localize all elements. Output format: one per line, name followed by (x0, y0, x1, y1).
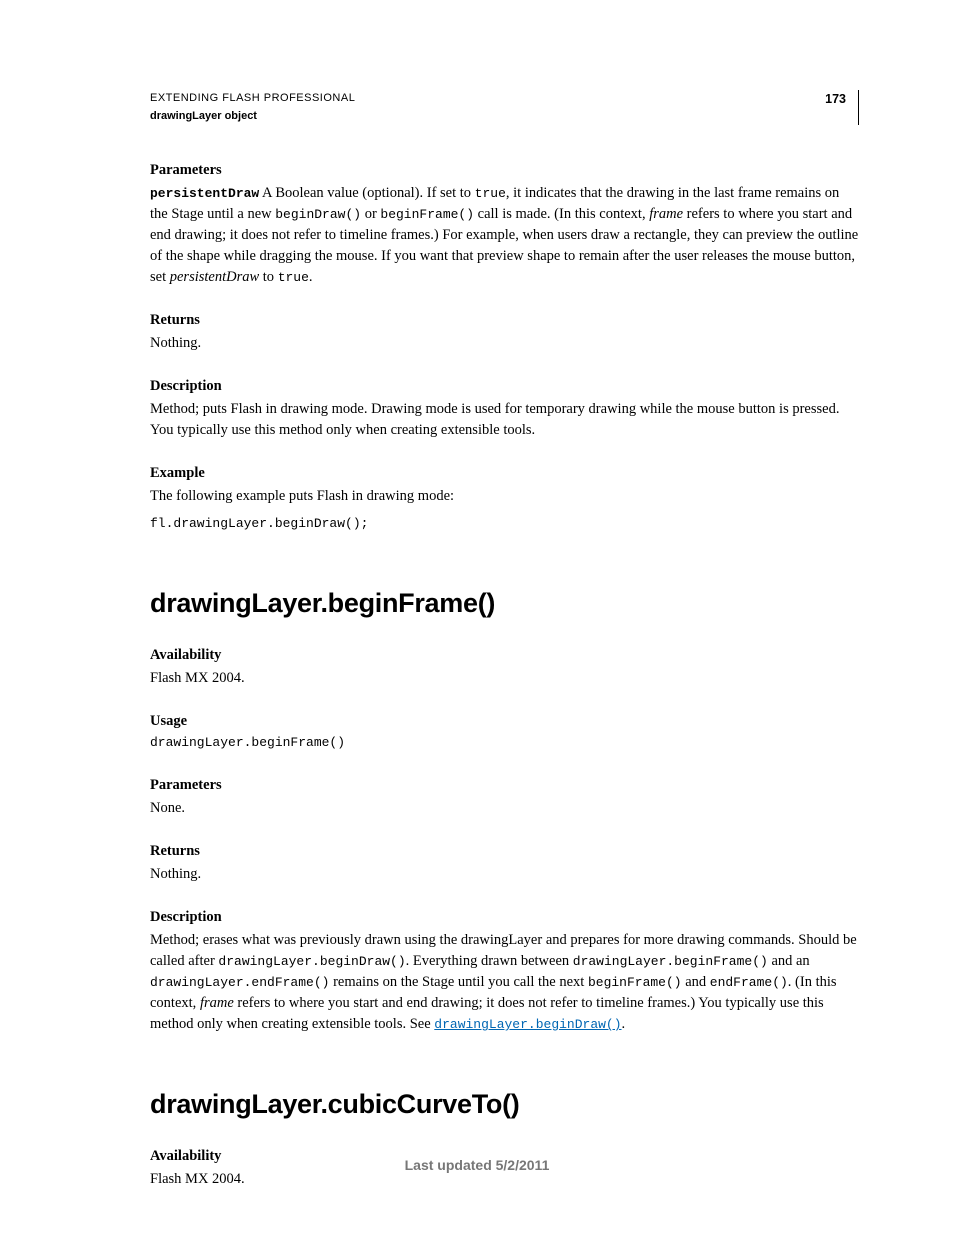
param-name: persistentDraw (150, 186, 259, 201)
example-code: fl.drawingLayer.beginDraw(); (150, 515, 859, 534)
usage-code: drawingLayer.beginFrame() (150, 734, 859, 753)
page-content: Parameters persistentDraw A Boolean valu… (150, 160, 859, 1190)
header-subtitle: drawingLayer object (150, 108, 355, 126)
returns-heading: Returns (150, 310, 859, 331)
description-text: Method; puts Flash in drawing mode. Draw… (150, 399, 859, 441)
returns-heading-2: Returns (150, 841, 859, 862)
usage-heading: Usage (150, 711, 859, 732)
page-header: EXTENDING FLASH PROFESSIONAL drawingLaye… (150, 90, 859, 125)
returns-text: Nothing. (150, 333, 859, 354)
page-number: 173 (825, 90, 846, 108)
footer-text: Last updated 5/2/2011 (0, 1155, 954, 1175)
header-title: EXTENDING FLASH PROFESSIONAL (150, 90, 355, 108)
description-heading: Description (150, 376, 859, 397)
availability-heading: Availability (150, 645, 859, 666)
returns-text-2: Nothing. (150, 864, 859, 885)
method-heading-beginframe: drawingLayer.beginFrame() (150, 584, 859, 623)
method-heading-cubiccurveto: drawingLayer.cubicCurveTo() (150, 1085, 859, 1124)
parameters-text-2: None. (150, 798, 859, 819)
description-text-2: Method; erases what was previously drawn… (150, 930, 859, 1035)
parameters-heading-2: Parameters (150, 775, 859, 796)
description-heading-2: Description (150, 907, 859, 928)
availability-text: Flash MX 2004. (150, 668, 859, 689)
example-heading: Example (150, 463, 859, 484)
example-text: The following example puts Flash in draw… (150, 486, 859, 507)
parameters-heading: Parameters (150, 160, 859, 181)
link-begindraw[interactable]: drawingLayer.beginDraw() (434, 1017, 621, 1032)
parameter-persistentdraw: persistentDraw A Boolean value (optional… (150, 183, 859, 288)
